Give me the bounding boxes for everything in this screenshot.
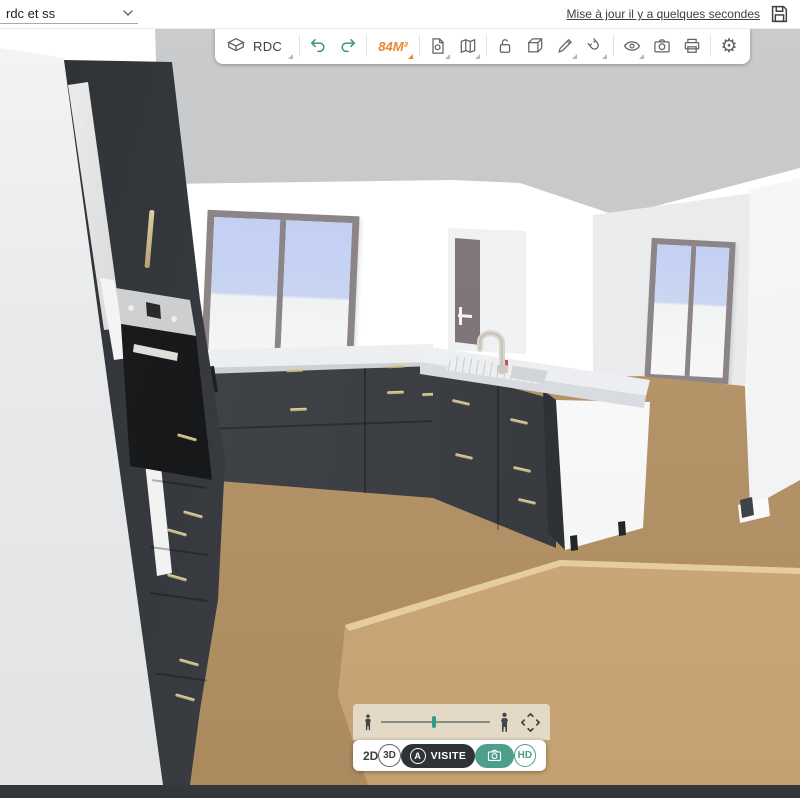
project-selector-underline: [0, 23, 138, 24]
dropdown-corner: [445, 54, 450, 59]
cabinet-handle: [387, 391, 404, 395]
undo-arrow-icon: [308, 36, 328, 56]
magnet-button[interactable]: [580, 29, 610, 63]
visit-button[interactable]: A VISITE: [401, 744, 476, 768]
open-padlock-icon: [495, 36, 515, 56]
floor-label: RDC: [253, 39, 282, 54]
cabinet-handle: [286, 369, 303, 373]
area-button[interactable]: 84M²: [370, 29, 416, 63]
print-button[interactable]: [677, 29, 707, 63]
settings-button[interactable]: ⚙: [714, 29, 744, 63]
gear-icon: ⚙: [721, 37, 738, 56]
cube-icon: [525, 36, 545, 56]
zoom-slider-track[interactable]: [381, 721, 490, 723]
camera-icon: [486, 747, 503, 764]
zoom-slider-panel: [353, 704, 550, 740]
3d-viewport[interactable]: [0, 28, 800, 785]
update-status-link[interactable]: Mise à jour il y a quelques secondes: [567, 7, 760, 21]
magnet-icon: [585, 36, 605, 56]
cabinet-handle: [387, 365, 404, 369]
faucet: [462, 304, 526, 376]
visibility-button[interactable]: [617, 29, 647, 63]
cabinet-seam: [497, 384, 499, 530]
divider: [613, 35, 614, 57]
map-button[interactable]: [453, 29, 483, 63]
export-document-button[interactable]: [423, 29, 453, 63]
oven-knob: [171, 316, 177, 322]
document-icon: [428, 36, 448, 56]
divider: [299, 35, 300, 57]
person-large-icon[interactable]: [496, 710, 513, 734]
divider: [486, 35, 487, 57]
printer-icon: [682, 36, 702, 56]
screenshot-button[interactable]: [475, 744, 514, 768]
chevron-down-icon[interactable]: [120, 5, 136, 21]
dropdown-corner: [602, 54, 607, 59]
viewer-controls: 2D 3D A VISITE HD: [353, 704, 550, 771]
dropdown-corner: [288, 54, 293, 59]
camera-icon: [652, 36, 672, 56]
floor-box-icon: [225, 35, 247, 57]
dropdown-corner: [639, 54, 644, 59]
volume-button[interactable]: [520, 29, 550, 63]
pencil-icon: [555, 36, 575, 56]
home-design-app: rdc et ss Mise à jour il y a quelques se…: [0, 0, 800, 798]
undo-button[interactable]: [303, 29, 333, 63]
bottom-dark-bar: [0, 785, 800, 798]
map-icon: [458, 36, 478, 56]
divider: [366, 35, 367, 57]
save-button[interactable]: [768, 3, 790, 25]
cabinet-seam: [364, 368, 366, 493]
walk-person-icon: A: [410, 748, 426, 764]
floor-selector[interactable]: RDC: [221, 29, 296, 63]
main-toolbar: RDC 84M²: [215, 28, 750, 64]
zoom-slider-handle[interactable]: [432, 716, 436, 728]
window-pane: [689, 246, 729, 378]
eye-icon: [622, 36, 642, 56]
top-bar: rdc et ss Mise à jour il y a quelques se…: [0, 0, 800, 29]
area-label: 84M²: [378, 39, 408, 54]
mode-3d-button[interactable]: 3D: [378, 744, 400, 767]
redo-button[interactable]: [333, 29, 363, 63]
project-selector[interactable]: rdc et ss: [6, 6, 55, 21]
redo-arrow-icon: [338, 36, 358, 56]
fullscreen-arrows-icon[interactable]: [519, 711, 542, 734]
save-floppy-icon: [768, 3, 790, 25]
oven-knob: [128, 305, 134, 311]
hd-button[interactable]: HD: [514, 744, 536, 767]
divider: [710, 35, 711, 57]
mode-2d-button[interactable]: 2D: [363, 749, 378, 763]
lock-button[interactable]: [490, 29, 520, 63]
person-small-icon[interactable]: [361, 713, 375, 731]
visit-label: VISITE: [431, 750, 467, 762]
draw-button[interactable]: [550, 29, 580, 63]
right-window: [644, 238, 735, 384]
snapshot-button[interactable]: [647, 29, 677, 63]
dropdown-corner: [572, 54, 577, 59]
cabinet-handle: [290, 408, 307, 412]
divider: [419, 35, 420, 57]
window-pane: [208, 217, 280, 370]
dropdown-corner: [475, 54, 480, 59]
dropdown-corner: [408, 54, 413, 59]
view-mode-panel: 2D 3D A VISITE HD: [353, 740, 546, 771]
